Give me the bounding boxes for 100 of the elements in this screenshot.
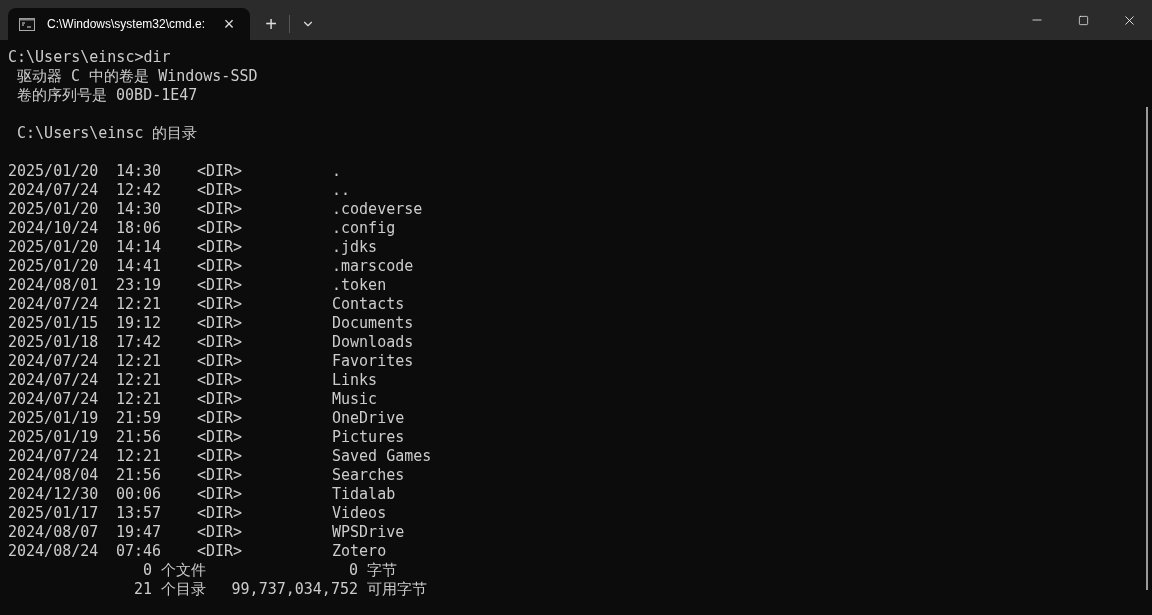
entry-time: 14:30 [116,162,163,181]
terminal-icon [19,17,35,31]
entry-date: 2024/08/24 [8,542,100,561]
directory-heading: C:\Users\einsc 的目录 [16,124,198,142]
entry-date: 2025/01/20 [8,200,100,219]
entry-time: 12:21 [116,447,163,466]
summary-label: 字节 [367,561,397,580]
entry-date: 2025/01/20 [8,162,100,181]
entry-time: 18:06 [116,219,163,238]
entry-time: 12:21 [116,390,163,409]
entry-time: 12:21 [116,371,163,390]
entry-time: 17:42 [116,333,163,352]
maximize-icon [1077,14,1089,26]
entry-time: 14:41 [116,257,163,276]
entry-name: Links [332,371,378,390]
entry-name: Videos [332,504,387,523]
entry-name: Tidalab [332,485,396,504]
summary-label: 可用字节 [367,580,427,599]
entry-name: .config [332,219,396,238]
summary-count: 0 [141,561,152,580]
entry-type: <DIR> [197,333,244,352]
entry-date: 2024/07/24 [8,181,100,200]
entry-time: 19:12 [116,314,163,333]
entry-date: 2024/07/24 [8,295,100,314]
entry-name: .jdks [332,238,378,257]
entry-time: 21:59 [116,409,163,428]
entry-date: 2024/08/01 [8,276,100,295]
entry-time: 12:21 [116,352,163,371]
entry-type: <DIR> [197,219,244,238]
entry-name: Searches [332,466,405,485]
entry-name: Contacts [332,295,405,314]
entry-time: 21:56 [116,466,163,485]
entry-type: <DIR> [197,295,244,314]
entry-type: <DIR> [197,200,244,219]
entry-time: 00:06 [116,485,163,504]
entry-name: .token [332,276,387,295]
entry-time: 23:19 [116,276,163,295]
entry-name: Documents [332,314,414,333]
entry-name: .codeverse [332,200,423,219]
console-line: C:\Users\einsc>dir [8,48,171,66]
tab-close-button[interactable]: × [219,14,239,34]
entry-name: Pictures [332,428,405,447]
entry-type: <DIR> [197,238,244,257]
entry-type: <DIR> [197,428,244,447]
entry-type: <DIR> [197,523,244,542]
entry-date: 2025/01/19 [8,428,100,447]
console-line: 驱动器 C 中的卷是 Windows-SSD [16,67,258,85]
entry-time: 19:47 [116,523,163,542]
entry-date: 2024/07/24 [8,447,100,466]
entry-time: 07:46 [116,542,163,561]
entry-date: 2024/07/24 [8,390,100,409]
entry-date: 2024/08/04 [8,466,100,485]
entry-date: 2024/07/24 [8,352,100,371]
scrollbar[interactable] [1146,107,1148,590]
entry-date: 2024/12/30 [8,485,100,504]
entry-time: 12:21 [116,295,163,314]
entry-date: 2024/08/07 [8,523,100,542]
entry-type: <DIR> [197,504,244,523]
summary-label: 个文件 [161,561,207,580]
entry-name: Downloads [332,333,414,352]
entry-time: 21:56 [116,428,163,447]
entry-date: 2025/01/15 [8,314,100,333]
entry-type: <DIR> [197,542,244,561]
entry-name: OneDrive [332,409,405,428]
summary-label: 个目录 [161,580,207,599]
entry-name: Favorites [332,352,414,371]
entry-type: <DIR> [197,181,244,200]
entry-time: 13:57 [116,504,163,523]
entry-type: <DIR> [197,352,244,371]
summary-bytes: 0 [347,561,358,580]
entry-type: <DIR> [197,371,244,390]
entry-type: <DIR> [197,162,244,181]
summary-count: 21 [132,580,152,599]
entry-time: 14:14 [116,238,163,257]
entry-date: 2024/10/24 [8,219,100,238]
new-tab-button[interactable]: + [258,11,284,37]
entry-date: 2024/07/24 [8,371,100,390]
tab[interactable]: C:\Windows\system32\cmd.e: × [8,8,250,40]
entry-time: 14:30 [116,200,163,219]
entry-name: .. [332,181,351,200]
entry-name: Zotero [332,542,387,561]
entry-type: <DIR> [197,409,244,428]
entry-type: <DIR> [197,276,244,295]
entry-name: Music [332,390,378,409]
entry-date: 2025/01/20 [8,257,100,276]
entry-name: .marscode [332,257,414,276]
entry-time: 12:42 [116,181,163,200]
entry-type: <DIR> [197,447,244,466]
entry-type: <DIR> [197,390,244,409]
entry-name: . [332,162,342,181]
console-line: 卷的序列号是 00BD-1E47 [16,86,198,104]
summary-bytes: 99,737,034,752 [230,580,358,599]
entry-name: Saved Games [332,447,432,466]
entry-type: <DIR> [197,314,244,333]
entry-type: <DIR> [197,257,244,276]
entry-date: 2025/01/20 [8,238,100,257]
entry-date: 2025/01/17 [8,504,100,523]
tab-title: C:\Windows\system32\cmd.e: [47,16,207,33]
entry-date: 2025/01/18 [8,333,100,352]
entry-date: 2025/01/19 [8,409,100,428]
